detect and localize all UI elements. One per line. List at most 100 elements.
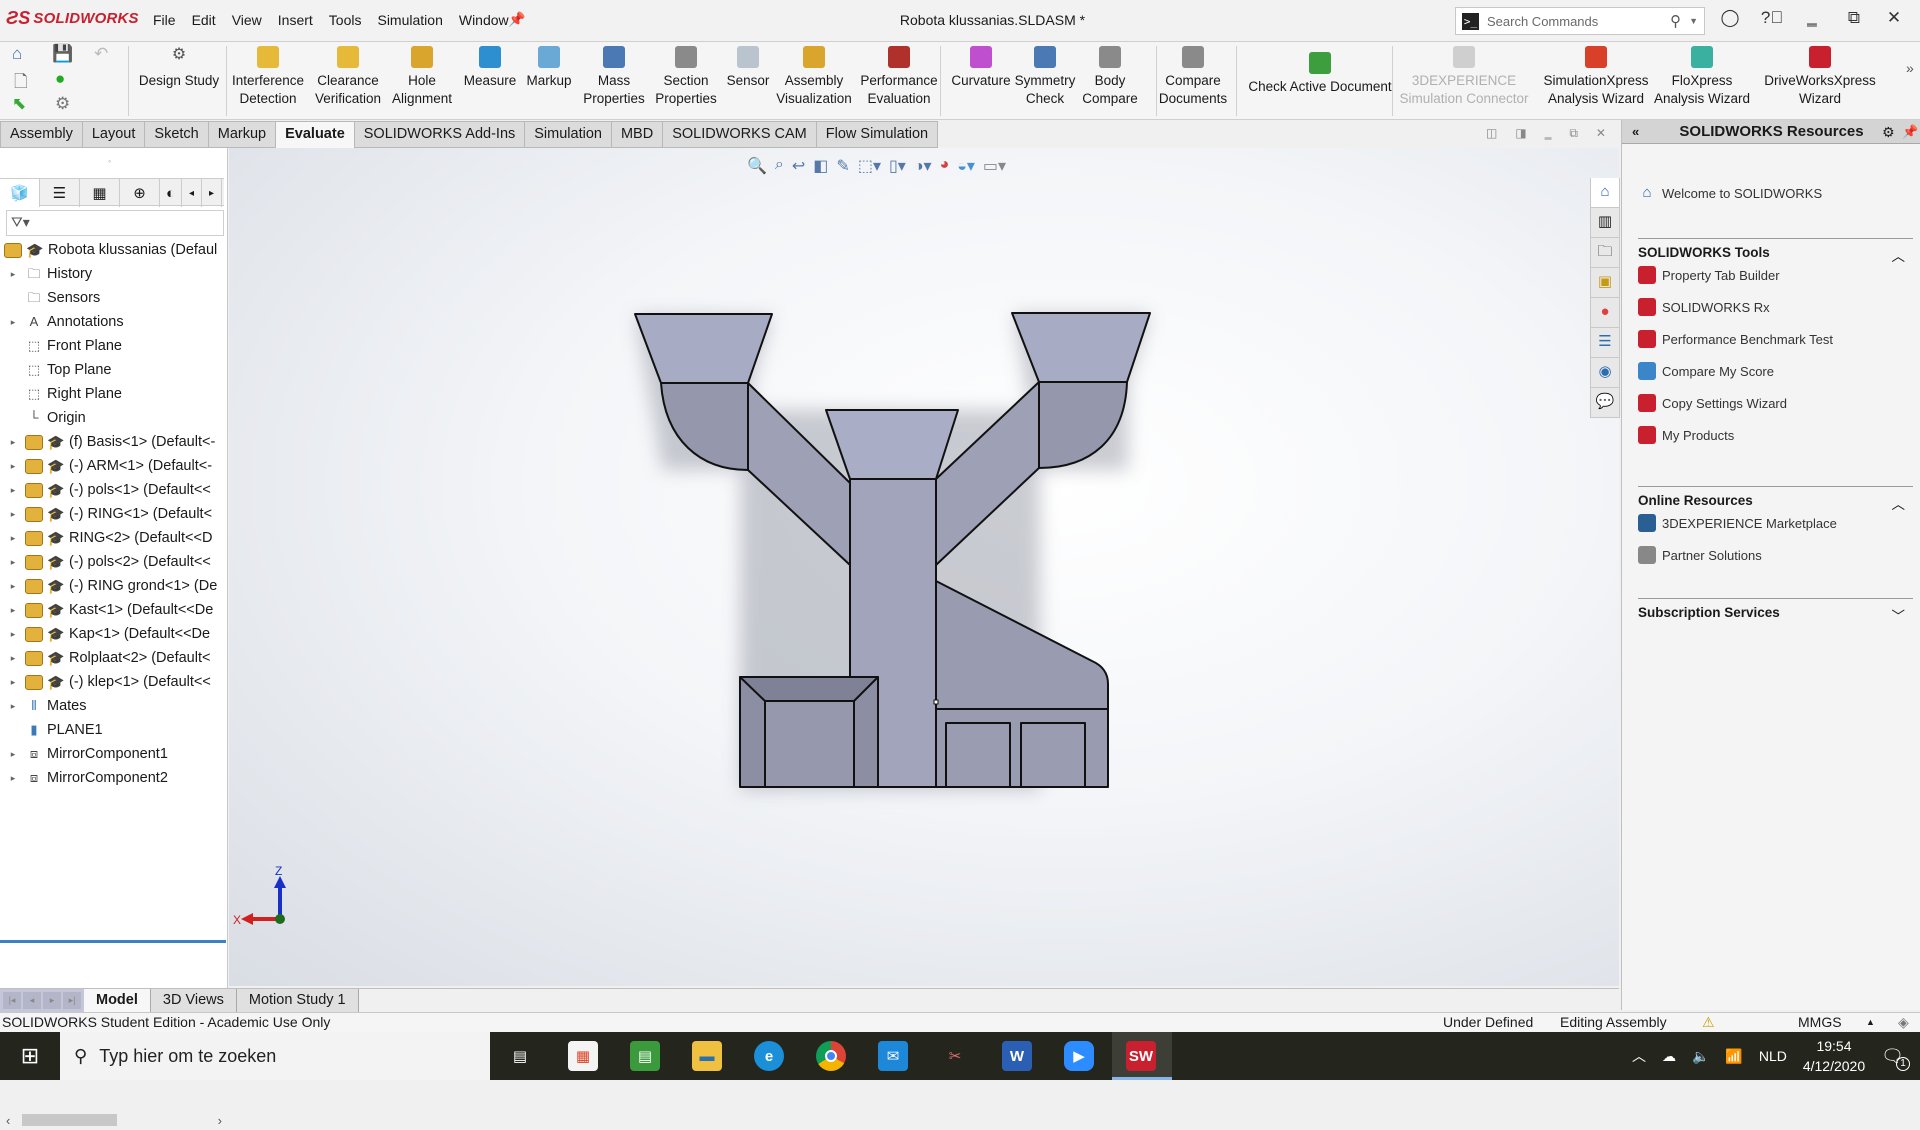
- tree-item[interactable]: ▸ 🗀 History: [0, 262, 226, 286]
- rebuild-icon[interactable]: ●: [55, 69, 65, 89]
- resource-link[interactable]: 3DEXPERIENCE Marketplace: [1638, 514, 1837, 532]
- compare-documents-button[interactable]: Compare Documents: [1159, 46, 1227, 108]
- viewport-close-icon[interactable]: ✕: [1596, 126, 1606, 141]
- tab-simulation[interactable]: Simulation: [525, 121, 612, 148]
- section-solidworks-tools[interactable]: SOLIDWORKS Tools ︿: [1638, 238, 1913, 265]
- solidworks-taskbar-active[interactable]: SW: [1112, 1032, 1172, 1080]
- simulationxpress-button[interactable]: SimulationXpress Analysis Wizard: [1540, 46, 1652, 108]
- last-tab-icon[interactable]: ▸|: [63, 992, 81, 1009]
- propertymanager-tab-icon[interactable]: ☰: [40, 179, 80, 207]
- file-explorer-tab-icon[interactable]: 🗀: [1590, 238, 1620, 268]
- scroll-right-arrow[interactable]: ›: [218, 1113, 222, 1128]
- mass-properties-button[interactable]: Mass Properties: [583, 46, 645, 108]
- pin-pane-icon[interactable]: 📌: [1902, 120, 1918, 144]
- tree-item[interactable]: ▸ 🎓 Rolplaat<2> (Default<: [0, 646, 226, 670]
- bottom-tab-motion-study-1[interactable]: Motion Study 1: [236, 989, 359, 1012]
- scroll-left-arrow[interactable]: ‹: [6, 1113, 10, 1128]
- assembly-visualization-button[interactable]: Assembly Visualization: [776, 46, 852, 108]
- expand-arrow-icon[interactable]: ▸: [7, 605, 19, 616]
- tab-markup[interactable]: Markup: [208, 121, 277, 148]
- viewport-restore-icon[interactable]: ⧉: [1569, 126, 1578, 141]
- expand-arrow-icon[interactable]: ▸: [7, 509, 19, 520]
- tree-item[interactable]: └ Origin: [0, 406, 226, 430]
- close-button[interactable]: ✕: [1880, 8, 1908, 28]
- tree-item[interactable]: ▸ 🎓 (-) pols<1> (Default<<: [0, 478, 226, 502]
- quick-tips-icon[interactable]: ◈: [1898, 1013, 1909, 1032]
- edge-icon[interactable]: e: [754, 1041, 784, 1071]
- taskbar-search-input[interactable]: Typ hier om te zoeken: [99, 1046, 276, 1067]
- body-compare-button[interactable]: Body Compare: [1082, 46, 1138, 108]
- mail-icon[interactable]: ✉: [878, 1041, 908, 1071]
- volume-icon[interactable]: 🔈: [1692, 1048, 1709, 1065]
- tree-item[interactable]: ▸ ⧈ MirrorComponent1: [0, 742, 226, 766]
- tile-right-icon[interactable]: ◨: [1515, 126, 1526, 141]
- collapse-section-icon[interactable]: ︿: [1892, 493, 1906, 513]
- minimize-button[interactable]: ‗: [1798, 8, 1826, 28]
- configurationmanager-tab-icon[interactable]: ▦: [80, 179, 120, 207]
- tab-solidworks-add-ins[interactable]: SOLIDWORKS Add-Ins: [354, 121, 526, 148]
- expand-arrow-icon[interactable]: ▸: [7, 749, 19, 760]
- expand-arrow-icon[interactable]: ▸: [7, 437, 19, 448]
- tree-item[interactable]: ⬚ Front Plane: [0, 334, 226, 358]
- tree-root[interactable]: 🎓 Robota klussanias (Defaul: [0, 238, 226, 262]
- tab-flow-simulation[interactable]: Flow Simulation: [816, 121, 939, 148]
- section-properties-button[interactable]: Section Properties: [654, 46, 718, 108]
- task-view-icon[interactable]: ▤: [505, 1041, 535, 1071]
- tree-item[interactable]: ▸ 🎓 RING<2> (Default<<D: [0, 526, 226, 550]
- action-center-icon[interactable]: 🗨 1: [1881, 1046, 1910, 1071]
- symmetry-check-button[interactable]: Symmetry Check: [1014, 46, 1076, 108]
- microsoft-store-icon[interactable]: ▦: [568, 1041, 598, 1071]
- viewport-minimize-icon[interactable]: ‗: [1545, 126, 1552, 141]
- resource-link[interactable]: Copy Settings Wizard: [1638, 394, 1787, 412]
- horizontal-scrollbar[interactable]: ‹ ›: [0, 1110, 228, 1130]
- tree-item[interactable]: ▸ 🎓 (-) ARM<1> (Default<-: [0, 454, 226, 478]
- forum-tab-icon[interactable]: 💬: [1590, 388, 1620, 418]
- undo-icon[interactable]: ↶: [94, 44, 108, 64]
- expand-arrow-icon[interactable]: ▸: [7, 485, 19, 496]
- search-dropdown-icon[interactable]: ▼: [1689, 16, 1698, 26]
- tree-item[interactable]: ▮ PLANE1: [0, 718, 226, 742]
- tree-item[interactable]: ▸ A Annotations: [0, 310, 226, 334]
- displaymanager-tab-icon[interactable]: ◐: [160, 179, 182, 207]
- taskbar-search[interactable]: ⚲ Typ hier om te zoeken: [60, 1032, 490, 1080]
- assembly-model[interactable]: Z X: [229, 148, 1619, 986]
- restore-button[interactable]: ⧉: [1840, 8, 1868, 28]
- units-selector[interactable]: MMGS: [1798, 1013, 1842, 1032]
- section-subscription-services[interactable]: Subscription Services ﹀: [1638, 598, 1913, 625]
- resource-link[interactable]: SOLIDWORKS Rx: [1638, 298, 1770, 316]
- panel-splitter-handle[interactable]: ◦: [108, 156, 111, 166]
- collapse-section-icon[interactable]: ︿: [1892, 245, 1906, 265]
- tree-item[interactable]: ▸ 🎓 Kast<1> (Default<<De: [0, 598, 226, 622]
- expand-arrow-icon[interactable]: ▸: [7, 557, 19, 568]
- scroll-right-icon[interactable]: ▸: [202, 179, 222, 207]
- language-indicator[interactable]: NLD: [1759, 1048, 1787, 1064]
- expand-arrow-icon[interactable]: ▸: [7, 653, 19, 664]
- featuremanager-tab-icon[interactable]: 🧊: [0, 179, 40, 207]
- measure-button[interactable]: Measure: [462, 46, 518, 90]
- resource-link[interactable]: Partner Solutions: [1638, 546, 1762, 564]
- scroll-left-icon[interactable]: ◂: [182, 179, 202, 207]
- floxpress-button[interactable]: FloXpress Analysis Wizard: [1652, 46, 1752, 108]
- interference-detection-button[interactable]: Interference Detection: [232, 46, 304, 108]
- tree-item[interactable]: ▸ 🎓 (-) RING grond<1> (De: [0, 574, 226, 598]
- tree-item[interactable]: ▸ 🎓 (-) pols<2> (Default<<: [0, 550, 226, 574]
- custom-properties-tab-icon[interactable]: ☰: [1590, 328, 1620, 358]
- tree-item[interactable]: ▸ ⧈ MirrorComponent2: [0, 766, 226, 790]
- 3dexperience-tab-icon[interactable]: ◉: [1590, 358, 1620, 388]
- next-tab-icon[interactable]: ▸: [43, 992, 61, 1009]
- dimxpertmanager-tab-icon[interactable]: ⊕: [120, 179, 160, 207]
- zoom-app-icon[interactable]: ▶: [1064, 1041, 1094, 1071]
- expand-arrow-icon[interactable]: ▸: [7, 701, 19, 712]
- chrome-icon[interactable]: [816, 1041, 846, 1071]
- resource-link[interactable]: Compare My Score: [1638, 362, 1774, 380]
- start-button[interactable]: ⊞: [0, 1032, 60, 1080]
- clearance-verification-button[interactable]: Clearance Verification: [312, 46, 384, 108]
- settings-icon[interactable]: ⚙: [1882, 120, 1895, 144]
- driveworksxpress-button[interactable]: DriveWorksXpress Wizard: [1762, 46, 1878, 108]
- scrollbar-thumb[interactable]: [22, 1114, 117, 1126]
- welcome-link[interactable]: ⌂ Welcome to SOLIDWORKS: [1638, 184, 1822, 202]
- tree-item[interactable]: ▸ 🎓 (-) klep<1> (Default<<: [0, 670, 226, 694]
- sensor-button[interactable]: Sensor: [725, 46, 771, 90]
- tab-solidworks-cam[interactable]: SOLIDWORKS CAM: [663, 121, 817, 148]
- search-commands[interactable]: >_ Search Commands ⚲ ▼: [1455, 7, 1705, 35]
